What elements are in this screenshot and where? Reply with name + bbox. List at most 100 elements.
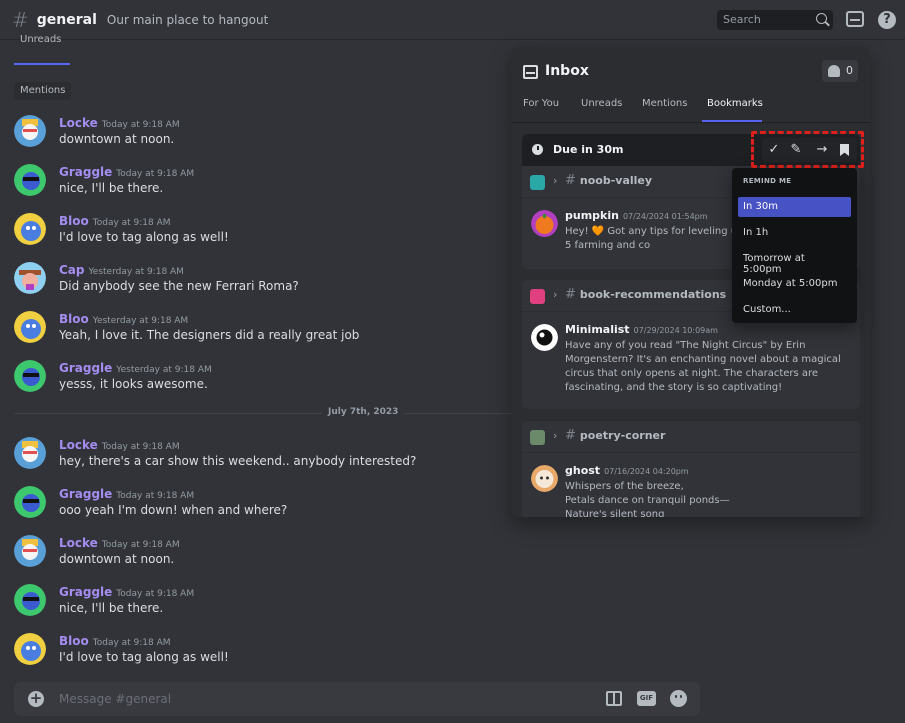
search-placeholder: Search [723, 13, 761, 26]
date-divider-label: July 7th, 2023 [322, 407, 405, 417]
message-timestamp: Yesterday at 9:18 AM [116, 365, 212, 375]
message-author[interactable]: Locke Today at 9:18 AM [59, 116, 180, 130]
chevron-right-icon[interactable]: › [553, 174, 557, 187]
avatar-graggle[interactable] [14, 486, 46, 518]
message-text: downtown at noon. [59, 552, 175, 566]
message-timestamp: Today at 9:18 AM [101, 540, 180, 550]
message-author[interactable]: Locke Today at 9:18 AM [59, 438, 180, 452]
message-author[interactable]: Graggle Today at 9:18 AM [59, 585, 194, 599]
tab-mentions[interactable]: Mentions [642, 98, 687, 109]
chevron-right-icon[interactable]: › [553, 288, 557, 301]
inbox-icon [523, 65, 538, 79]
card-channel[interactable]: # poetry-corner [565, 428, 665, 443]
server-icon [530, 430, 545, 445]
card-author[interactable]: pumpkin 07/24/2024 01:54pm [565, 209, 708, 222]
message-author[interactable]: Graggle Yesterday at 9:18 AM [59, 361, 212, 375]
tab-unreads[interactable]: Unreads [581, 98, 622, 109]
jump-to-message-icon[interactable]: → [810, 138, 834, 162]
remind-option-monday[interactable]: Monday at 5:00pm [738, 274, 851, 294]
inbox-icon[interactable] [846, 11, 864, 27]
avatar-minimalist[interactable] [531, 324, 558, 351]
message-author[interactable]: Bloo Yesterday at 9:18 AM [59, 312, 188, 326]
avatar-locke[interactable] [14, 115, 46, 147]
avatar-ghost[interactable] [531, 465, 558, 492]
message-timestamp: Today at 9:18 AM [116, 589, 195, 599]
emoji-icon[interactable] [670, 690, 687, 707]
search-input[interactable]: Search [717, 10, 833, 30]
message-text: I'd love to tag along as well! [59, 650, 229, 664]
message-row[interactable]: Bloo Today at 9:18 AM I'd love to tag alo… [0, 633, 715, 681]
inbox-badge[interactable]: 0 [822, 60, 858, 82]
message-row[interactable]: Graggle Today at 9:18 AM nice, I'll be th… [0, 584, 715, 632]
message-composer[interactable]: + Message #general GIF [14, 682, 700, 716]
card-author[interactable]: Minimalist 07/29/2024 10:09am [565, 323, 718, 336]
avatar-bloo[interactable] [14, 213, 46, 245]
tab-for-you[interactable]: For You [523, 98, 559, 109]
tab-bookmarks[interactable]: Bookmarks [707, 98, 763, 109]
inbox-title: Inbox [545, 63, 589, 79]
mention-count-icon [828, 65, 840, 77]
mark-done-icon[interactable]: ✓ [762, 138, 786, 162]
hashtag-icon: # [12, 7, 29, 32]
chevron-right-icon[interactable]: › [553, 429, 557, 442]
card-channel[interactable]: # noob-valley [565, 173, 652, 188]
message-author[interactable]: Bloo Today at 9:18 AM [59, 634, 171, 648]
unreads-tab[interactable]: Unreads [14, 34, 67, 48]
message-text: ooo yeah I'm down! when and where? [59, 503, 288, 517]
avatar-graggle[interactable] [14, 164, 46, 196]
card-date: 07/29/2024 10:09am [633, 326, 718, 335]
message-author[interactable]: Graggle Today at 9:18 AM [59, 487, 194, 501]
message-author[interactable]: Locke Today at 9:18 AM [59, 536, 180, 550]
message-timestamp: Today at 9:18 AM [101, 442, 180, 452]
card-header[interactable]: › # poetry-corner [522, 421, 860, 453]
card-author[interactable]: ghost 07/16/2024 04:20pm [565, 464, 689, 477]
card-date: 07/16/2024 04:20pm [604, 467, 689, 476]
message-timestamp: Yesterday at 9:18 AM [88, 267, 184, 277]
remind-option-30m[interactable]: In 30m [738, 197, 851, 217]
message-timestamp: Today at 9:18 AM [116, 169, 195, 179]
add-attachment-icon[interactable]: + [28, 691, 44, 707]
message-timestamp: Today at 9:18 AM [92, 638, 171, 648]
message-author[interactable]: Bloo Today at 9:18 AM [59, 214, 171, 228]
message-text: nice, I'll be there. [59, 181, 164, 195]
avatar-graggle[interactable] [14, 584, 46, 616]
message-author[interactable]: Graggle Today at 9:18 AM [59, 165, 194, 179]
tab-divider [511, 122, 870, 123]
avatar-graggle[interactable] [14, 360, 46, 392]
avatar-cap[interactable] [14, 262, 46, 294]
card-date: 07/24/2024 01:54pm [622, 212, 708, 221]
message-timestamp: Today at 9:18 AM [101, 120, 180, 130]
due-label: Due in 30m [553, 143, 624, 156]
search-icon [816, 13, 827, 24]
avatar-locke[interactable] [14, 535, 46, 567]
message-text: Yeah, I love it. The designers did a rea… [59, 328, 360, 342]
message-timestamp: Yesterday at 9:18 AM [92, 316, 189, 326]
avatar-locke[interactable] [14, 437, 46, 469]
message-row[interactable]: Locke Today at 9:18 AM downtown at noon. [0, 535, 715, 583]
gift-icon[interactable] [606, 691, 622, 706]
server-icon [530, 289, 545, 304]
message-text: yesss, it looks awesome. [59, 377, 208, 391]
avatar-bloo[interactable] [14, 311, 46, 343]
channel-name: general [36, 11, 97, 28]
mentions-pill[interactable]: Mentions [14, 82, 72, 100]
avatar-pumpkin[interactable] [531, 210, 558, 237]
action-toolbar: ✓ ✎ → [762, 138, 857, 162]
channel-topic: Our main place to hangout [106, 12, 269, 27]
help-icon[interactable]: ? [878, 11, 896, 29]
avatar-bloo[interactable] [14, 633, 46, 665]
bookmark-card[interactable]: › # poetry-corner ghost 07/16/2024 04:20pm… [522, 421, 860, 517]
gif-icon[interactable]: GIF [637, 691, 656, 706]
bookmark-icon[interactable] [832, 138, 856, 162]
card-channel[interactable]: # book-recommendations [565, 287, 726, 302]
remind-option-1h[interactable]: In 1h [738, 223, 851, 243]
remind-option-custom[interactable]: Custom... [738, 300, 851, 320]
message-author[interactable]: Cap Yesterday at 9:18 AM [59, 263, 184, 277]
message-text: I'd love to tag along as well! [59, 230, 229, 244]
message-text: Did anybody see the new Ferrari Roma? [59, 279, 299, 293]
edit-reminder-icon[interactable]: ✎ [784, 138, 808, 162]
server-icon [530, 175, 545, 190]
badge-count: 0 [846, 64, 853, 77]
message-input[interactable]: Message #general [59, 692, 171, 706]
remind-option-tomorrow[interactable]: Tomorrow at 5:00pm [738, 249, 851, 275]
